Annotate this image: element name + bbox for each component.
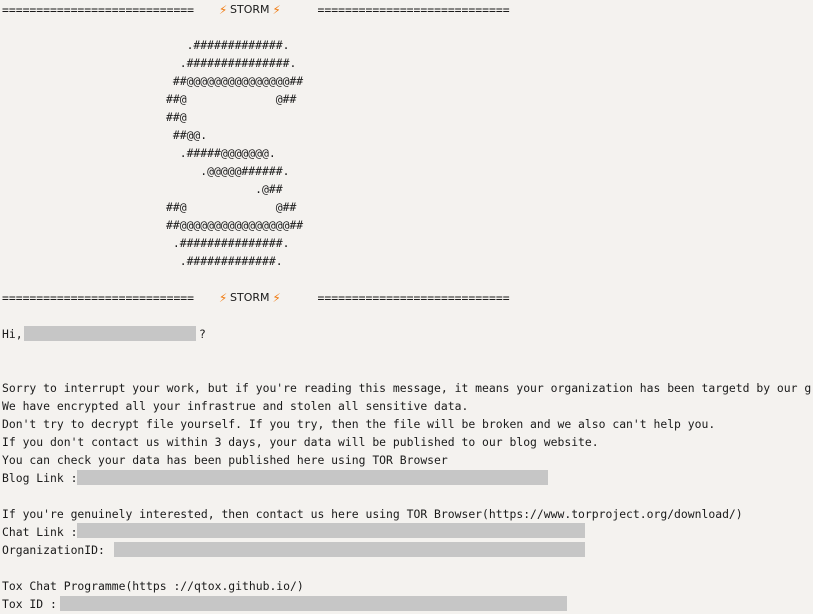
header-separator-bottom: ============================ ⚡ STORM ⚡ =… [2,289,510,307]
lightning-bolt-icon: ⚡ [218,3,228,17]
ascii-art-line: .#############. [166,254,283,268]
chat-link-label: Chat Link : [2,525,78,539]
redacted-blog-link [77,470,548,485]
ascii-art-line: ##@ @## [166,200,297,214]
message-line-5: You can check your data has been publish… [2,453,448,467]
message-line-3: Don't try to decrypt file yourself. If y… [2,417,716,431]
message-line-2: We have encrypted all your infrastrue an… [2,399,469,413]
separator-bar-right: ============================ [317,3,510,17]
separator-bar-right: ============================ [317,291,510,305]
ascii-art-line: .#############. [166,38,290,52]
ascii-art-line: ##@ @## [166,92,297,106]
redacted-name [24,326,196,341]
ascii-art-logo: .#############. .###############. ##@@@@… [166,36,303,270]
ascii-art-line: ##@ [166,110,187,124]
greeting-prefix: Hi, [2,327,23,341]
storm-title: STORM [230,291,270,304]
lightning-bolt-icon: ⚡ [272,291,281,305]
redacted-chat-link [77,523,585,538]
redacted-tox-id [60,596,567,611]
storm-title: STORM [230,3,270,16]
lightning-bolt-icon: ⚡ [218,291,228,305]
redacted-organization-id [114,542,585,557]
ascii-art-line: ##@@@@@@@@@@@@@@@## [166,74,304,88]
interest-line: If you're genuinely interested, then con… [2,507,743,521]
ascii-art-line: ##@@. [166,128,208,142]
ascii-art-line: .@@@@@######. [166,164,290,178]
tox-id-label: Tox ID : [2,597,57,611]
header-separator-top: ============================ ⚡ STORM ⚡ =… [2,1,510,19]
ascii-art-line: ##@@@@@@@@@@@@@@@@## [166,218,304,232]
tox-chat-line: Tox Chat Programme(https ://qtox.github.… [2,579,304,593]
ascii-art-line: .@## [166,182,283,196]
blog-link-label: Blog Link : [2,471,78,485]
greeting-suffix: ? [199,327,206,341]
ascii-art-line: .###############. [166,56,297,70]
storm-title-group: ⚡ STORM ⚡ [218,289,282,307]
separator-bar-left: ============================ [2,291,195,305]
organization-id-label: OrganizationID: [2,543,105,557]
lightning-bolt-icon: ⚡ [272,3,281,17]
storm-title-group: ⚡ STORM ⚡ [218,1,282,19]
message-line-1: Sorry to interrupt your work, but if you… [2,381,813,395]
ascii-art-line: .###############. [166,236,290,250]
message-line-4: If you don't contact us within 3 days, y… [2,435,599,449]
separator-bar-left: ============================ [2,3,195,17]
ascii-art-line: .#####@@@@@@@. [166,146,276,160]
